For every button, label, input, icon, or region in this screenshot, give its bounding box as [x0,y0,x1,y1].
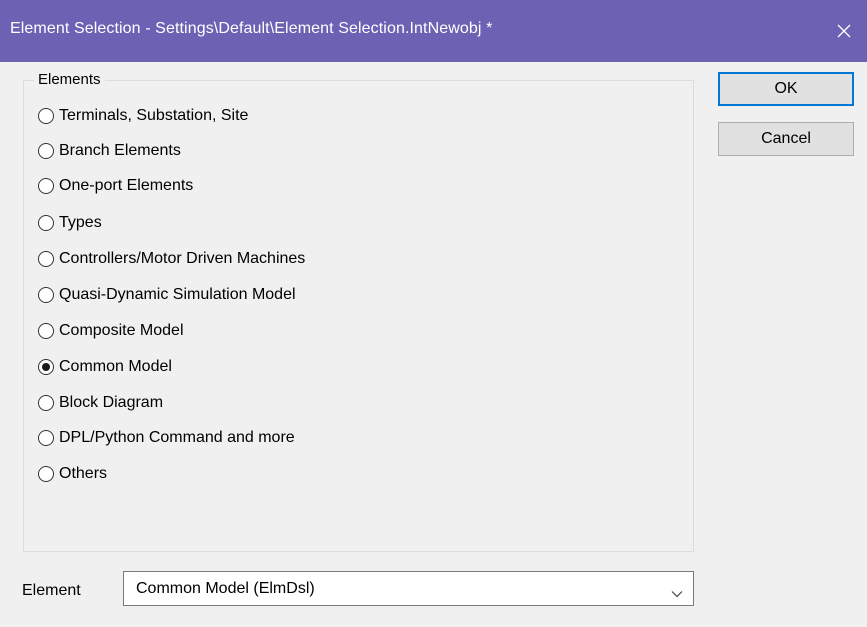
elements-group-legend: Elements [34,71,105,88]
radio-composite-model[interactable]: Composite Model [38,320,184,342]
radio-label: Composite Model [59,322,184,339]
radio-button-indicator[interactable] [38,143,54,159]
cancel-button[interactable]: Cancel [718,122,854,156]
radio-label: Quasi-Dynamic Simulation Model [59,286,296,303]
radio-label: DPL/Python Command and more [59,429,295,446]
radio-common-model[interactable]: Common Model [38,356,172,378]
element-dropdown[interactable]: Common Model (ElmDsl) [123,571,694,606]
window-title: Element Selection - Settings\Default\Ele… [10,20,493,37]
title-bar[interactable]: Element Selection - Settings\Default\Ele… [0,0,867,62]
radio-label: Others [59,465,108,482]
radio-label: One-port Elements [59,177,194,194]
radio-button-indicator[interactable] [38,430,54,446]
radio-quasi-dynamic-simulation-model[interactable]: Quasi-Dynamic Simulation Model [38,284,296,306]
radio-label: Terminals, Substation, Site [59,107,249,124]
radio-dpl-python-command[interactable]: DPL/Python Command and more [38,427,295,449]
radio-button-indicator-selected[interactable] [38,359,54,375]
radio-branch-elements[interactable]: Branch Elements [38,140,181,162]
radio-button-indicator[interactable] [38,251,54,267]
element-field-label: Element [22,582,81,599]
ok-button[interactable]: OK [718,72,854,106]
element-selection-dialog: Element Selection - Settings\Default\Ele… [0,0,867,627]
radio-terminals-substation-site[interactable]: Terminals, Substation, Site [38,105,248,127]
radio-types[interactable]: Types [38,212,102,234]
radio-label: Types [59,214,102,231]
radio-button-indicator[interactable] [38,395,54,411]
radio-label: Common Model [59,358,172,375]
chevron-down-icon[interactable] [671,585,683,603]
radio-controllers-motor-driven-machines[interactable]: Controllers/Motor Driven Machines [38,248,305,270]
radio-button-indicator[interactable] [38,215,54,231]
radio-others[interactable]: Others [38,463,107,485]
radio-button-indicator[interactable] [38,178,54,194]
radio-one-port-elements[interactable]: One-port Elements [38,175,193,197]
radio-label: Controllers/Motor Driven Machines [59,250,306,267]
element-dropdown-value: Common Model (ElmDsl) [136,580,315,597]
radio-label: Branch Elements [59,142,181,159]
close-button[interactable] [821,0,867,62]
radio-button-indicator[interactable] [38,466,54,482]
radio-button-indicator[interactable] [38,323,54,339]
radio-label: Block Diagram [59,394,164,411]
radio-button-indicator[interactable] [38,287,54,303]
close-icon [837,24,851,38]
radio-block-diagram[interactable]: Block Diagram [38,392,163,414]
radio-button-indicator[interactable] [38,108,54,124]
